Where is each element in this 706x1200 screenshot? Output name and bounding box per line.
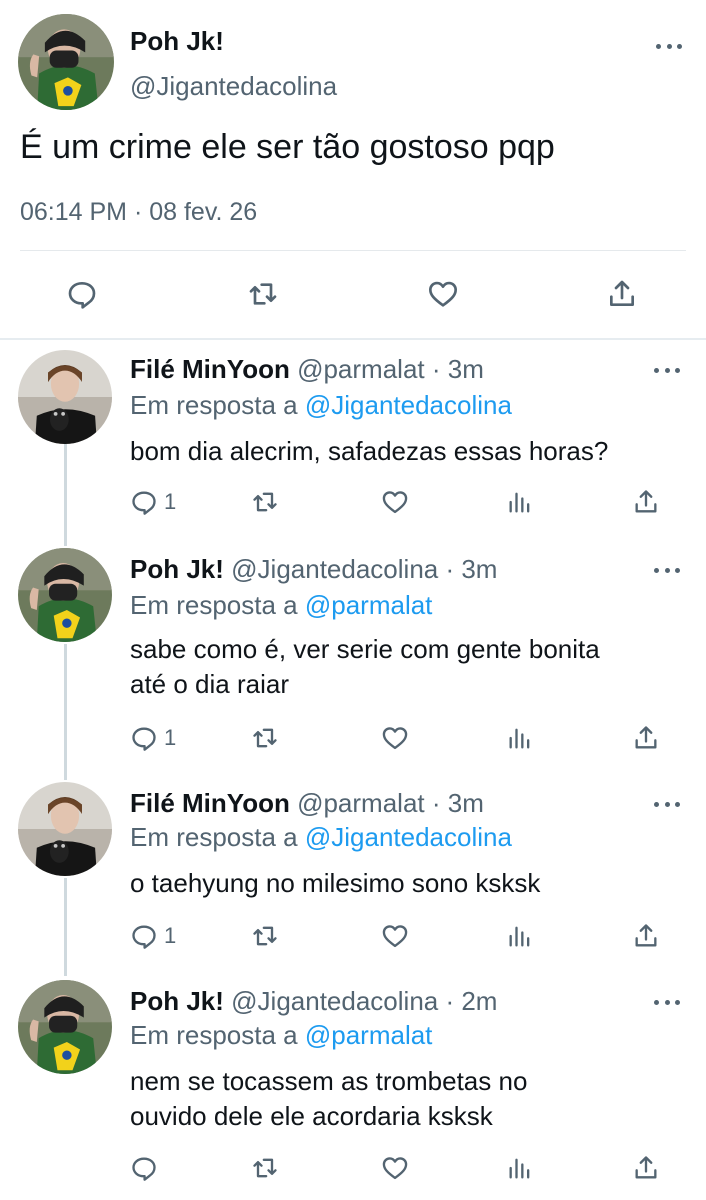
- share-button[interactable]: [632, 922, 660, 950]
- more-options-icon[interactable]: [654, 366, 680, 374]
- analytics-icon: [509, 492, 530, 513]
- analytics-icon: [509, 1158, 530, 1179]
- retweet-icon: [249, 283, 277, 305]
- mention-link[interactable]: @Jigantedacolina: [305, 390, 512, 420]
- reply-button[interactable]: 1: [130, 724, 176, 752]
- analytics-icon: [509, 728, 530, 749]
- tweet-text: É um crime ele ser tão gostoso pqp: [20, 128, 555, 166]
- mention-link[interactable]: @parmalat: [305, 590, 433, 620]
- more-options-icon[interactable]: [656, 42, 682, 50]
- retweet-button[interactable]: [250, 488, 280, 516]
- divider: [20, 250, 686, 251]
- mention-link[interactable]: @parmalat: [305, 1020, 433, 1050]
- avatar[interactable]: [18, 14, 114, 110]
- reply-tweet[interactable]: Filé MinYoon @parmalat · 3m Em resposta …: [0, 346, 706, 538]
- username-time[interactable]: @parmalat · 3m: [297, 354, 484, 384]
- retweet-button[interactable]: [250, 1154, 280, 1182]
- retweet-icon: [253, 728, 277, 748]
- display-name[interactable]: Filé MinYoon: [130, 788, 290, 818]
- analytics-button[interactable]: [506, 1154, 534, 1182]
- reply-text: sabe como é, ver serie com gente bonita …: [130, 634, 600, 699]
- analytics-button[interactable]: [506, 488, 534, 516]
- username-time[interactable]: @parmalat · 3m: [297, 788, 484, 818]
- display-name[interactable]: Poh Jk!: [130, 554, 224, 584]
- username[interactable]: @Jigantedacolina: [130, 71, 337, 102]
- like-button[interactable]: [380, 488, 410, 516]
- share-icon: [635, 726, 657, 749]
- like-button[interactable]: [380, 922, 410, 950]
- reply-header: Filé MinYoon @parmalat · 3m: [130, 354, 484, 385]
- reply-tweet[interactable]: Poh Jk! @Jigantedacolina · 2m Em respost…: [0, 978, 706, 1196]
- reply-header: Poh Jk! @Jigantedacolina · 3m: [130, 554, 497, 585]
- like-icon: [382, 727, 408, 750]
- share-icon: [635, 1156, 657, 1179]
- analytics-icon: [509, 926, 530, 947]
- main-tweet: Poh Jk! @Jigantedacolina É um crime ele …: [0, 0, 706, 338]
- reply-text: bom dia alecrim, safadezas essas horas?: [130, 436, 609, 466]
- retweet-icon: [253, 492, 277, 512]
- reply-header: Filé MinYoon @parmalat · 3m: [130, 788, 484, 819]
- tweet-timestamp[interactable]: 06:14 PM · 08 fev. 26: [20, 198, 257, 227]
- retweet-button[interactable]: [250, 922, 280, 950]
- reply-tweet[interactable]: Poh Jk! @Jigantedacolina · 3m Em respost…: [0, 546, 706, 776]
- replying-to: Em resposta a @parmalat: [130, 1020, 433, 1050]
- reply-icon: [132, 491, 156, 515]
- reply-button[interactable]: 1: [130, 488, 176, 516]
- avatar[interactable]: [18, 782, 112, 876]
- avatar[interactable]: [18, 350, 112, 444]
- reply-button[interactable]: 1: [130, 922, 176, 950]
- reply-count: 1: [164, 923, 177, 948]
- like-button[interactable]: [426, 278, 460, 310]
- share-button[interactable]: [632, 724, 660, 752]
- retweet-button[interactable]: [250, 724, 280, 752]
- display-name[interactable]: Poh Jk!: [130, 986, 224, 1016]
- more-options-icon[interactable]: [654, 800, 680, 808]
- more-options-icon[interactable]: [654, 998, 680, 1006]
- tweet-actions: [0, 266, 706, 326]
- share-icon: [635, 924, 657, 947]
- reply-tweet[interactable]: Filé MinYoon @parmalat · 3m Em resposta …: [0, 780, 706, 974]
- like-icon: [382, 925, 408, 948]
- mention-link[interactable]: @Jigantedacolina: [305, 822, 512, 852]
- section-separator: [0, 338, 706, 340]
- username-time[interactable]: @Jigantedacolina · 3m: [231, 554, 497, 584]
- replying-to: Em resposta a @Jigantedacolina: [130, 390, 512, 420]
- reply-button[interactable]: [66, 278, 98, 310]
- share-button[interactable]: [606, 278, 638, 310]
- reply-header: Poh Jk! @Jigantedacolina · 2m: [130, 986, 497, 1017]
- display-name[interactable]: Filé MinYoon: [130, 354, 290, 384]
- retweet-icon: [253, 1158, 277, 1178]
- avatar[interactable]: [18, 980, 112, 1074]
- share-button[interactable]: [632, 488, 660, 516]
- replying-to: Em resposta a @parmalat: [130, 590, 433, 620]
- username-time[interactable]: @Jigantedacolina · 2m: [231, 986, 497, 1016]
- analytics-button[interactable]: [506, 724, 534, 752]
- share-icon: [635, 490, 657, 513]
- like-button[interactable]: [380, 724, 410, 752]
- like-icon: [382, 1157, 408, 1180]
- replying-to: Em resposta a @Jigantedacolina: [130, 822, 512, 852]
- more-options-icon[interactable]: [654, 566, 680, 574]
- avatar[interactable]: [18, 548, 112, 642]
- like-icon: [382, 491, 408, 514]
- analytics-button[interactable]: [506, 922, 534, 950]
- reply-icon: [132, 925, 156, 949]
- share-button[interactable]: [632, 1154, 660, 1182]
- reply-icon: [132, 1157, 156, 1181]
- retweet-icon: [253, 926, 277, 946]
- reply-icon: [132, 727, 156, 751]
- share-icon: [609, 280, 635, 306]
- reply-text: o taehyung no milesimo sono ksksk: [130, 868, 541, 898]
- reply-count: 1: [164, 489, 177, 514]
- reply-icon: [68, 282, 96, 309]
- reply-button[interactable]: [130, 1154, 158, 1182]
- reply-text: nem se tocassem as trombetas no ouvido d…: [130, 1066, 528, 1131]
- display-name[interactable]: Poh Jk!: [130, 26, 224, 57]
- retweet-button[interactable]: [246, 278, 280, 310]
- like-button[interactable]: [380, 1154, 410, 1182]
- reply-count: 1: [164, 725, 177, 750]
- like-icon: [429, 281, 457, 307]
